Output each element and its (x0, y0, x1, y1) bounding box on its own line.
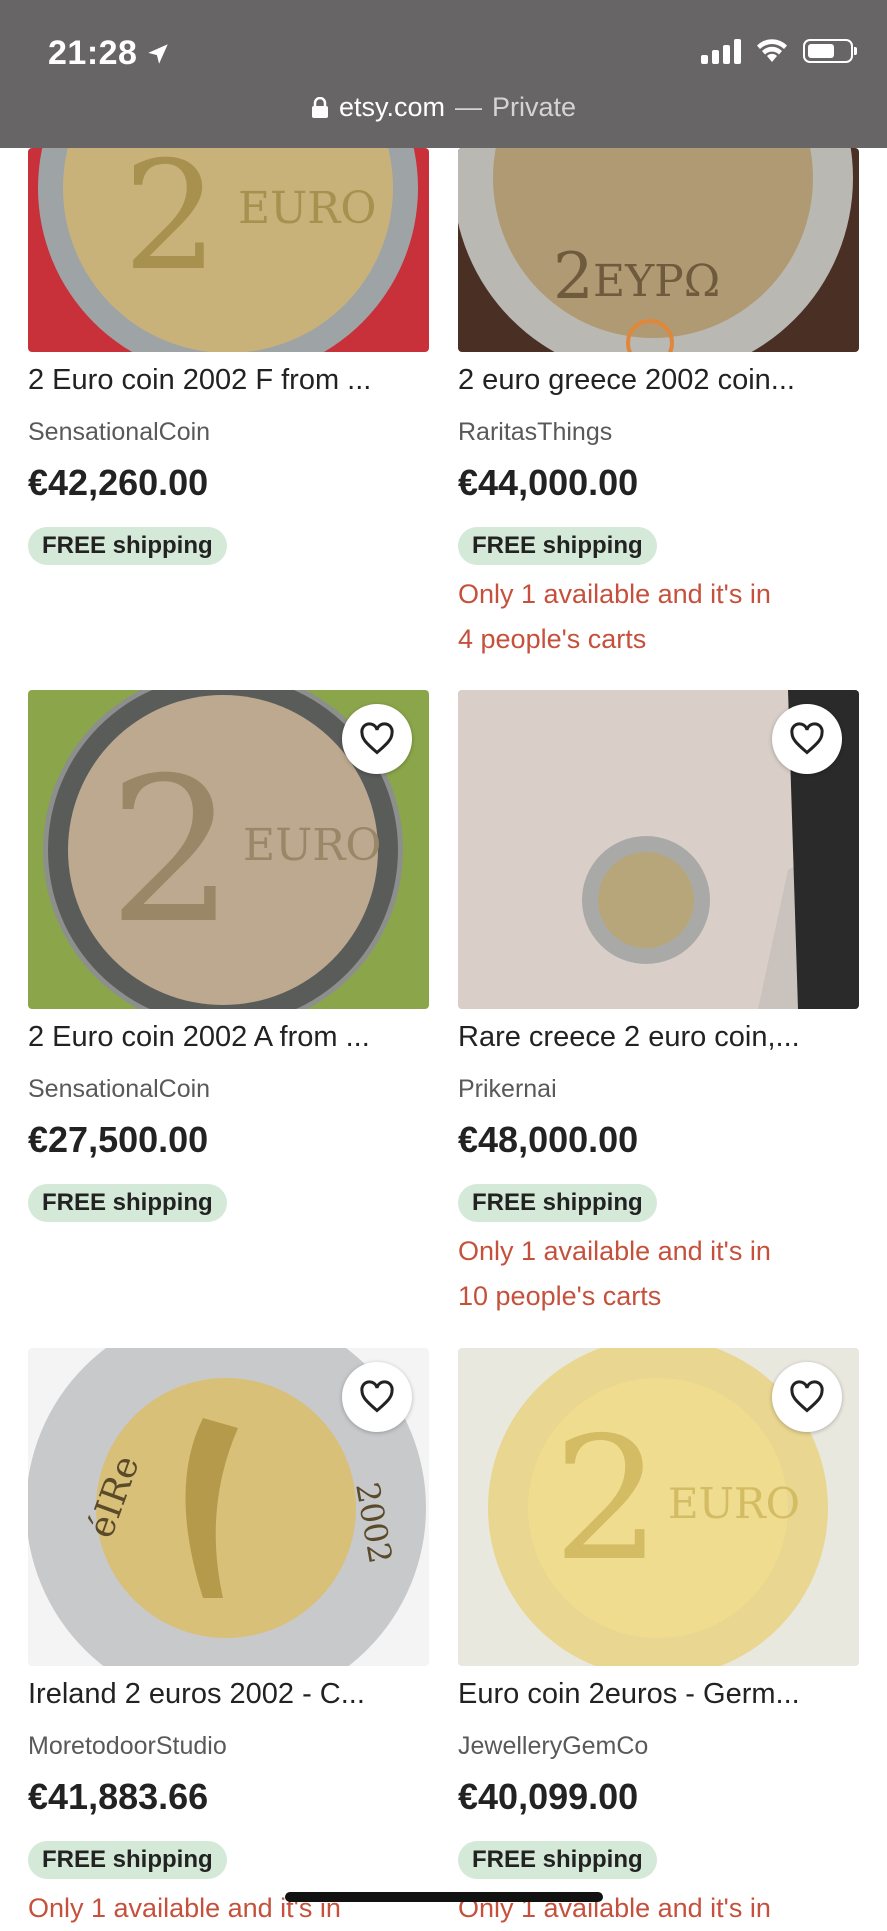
free-shipping-badge: FREE shipping (458, 527, 657, 565)
listing-shop-name[interactable]: RaritasThings (458, 418, 612, 447)
svg-text:2: 2 (123, 148, 218, 304)
listing-title[interactable]: Ireland 2 euros 2002 - C... (28, 1678, 429, 1711)
listing-shop-name[interactable]: SensationalCoin (28, 418, 210, 447)
listing-title[interactable]: Rare creece 2 euro coin,... (458, 1021, 859, 1054)
listing-price: €48,000.00 (458, 1119, 639, 1160)
favorite-button[interactable] (772, 704, 842, 774)
location-arrow-icon (148, 43, 169, 64)
listing-image[interactable]: 2 EURO (458, 1348, 859, 1666)
listing-shop-name[interactable]: JewelleryGemCo (458, 1732, 648, 1761)
free-shipping-badge: FREE shipping (458, 1841, 657, 1879)
scarcity-line: Only 1 available and it's in (458, 579, 771, 609)
url-separator: — (454, 92, 482, 122)
listing-price: €44,000.00 (458, 462, 639, 503)
svg-text:EURO: EURO (668, 1479, 800, 1528)
free-shipping-badge: FREE shipping (458, 1184, 657, 1222)
status-indicators (701, 38, 857, 64)
free-shipping-badge: FREE shipping (28, 527, 227, 565)
listing-title[interactable]: 2 Euro coin 2002 F from ... (28, 364, 429, 397)
listing-image[interactable]: 2 EURO (28, 690, 429, 1009)
favorite-button[interactable] (772, 1362, 842, 1432)
svg-text:2: 2 (553, 1401, 661, 1599)
svg-text:2: 2 (553, 240, 594, 314)
listing-shop-name[interactable]: SensationalCoin (28, 1075, 210, 1104)
battery-icon (803, 39, 857, 63)
listing-price: €27,500.00 (28, 1119, 209, 1160)
listing-title[interactable]: Euro coin 2euros - Germ... (458, 1678, 859, 1711)
listing-shop-name[interactable]: MoretodoorStudio (28, 1732, 227, 1761)
listing-price: €42,260.00 (28, 462, 209, 503)
favorite-button[interactable] (342, 704, 412, 774)
listing-image[interactable]: éIRe 2002 (28, 1348, 429, 1666)
listing-shop-name[interactable]: Prikernai (458, 1075, 557, 1104)
scarcity-line: 4 people's carts (458, 624, 647, 654)
private-mode-label: Private (491, 92, 577, 122)
svg-text:2: 2 (108, 735, 235, 968)
scarcity-line: Only 1 available and it's in (458, 1236, 771, 1266)
heart-outline-icon (360, 1380, 394, 1413)
svg-text:EURO: EURO (243, 820, 381, 871)
heart-outline-icon (790, 1380, 824, 1413)
url-domain: etsy.com (338, 92, 445, 122)
wifi-icon (757, 39, 787, 62)
heart-outline-icon (790, 722, 824, 755)
listing-image[interactable]: 2 ΕΥΡΩ (458, 148, 859, 352)
home-indicator[interactable] (285, 1892, 603, 1902)
coin-euro-text: EURO (238, 183, 376, 234)
listing-title[interactable]: 2 Euro coin 2002 A from ... (28, 1021, 429, 1054)
url-bar[interactable]: etsy.com — Private (0, 92, 887, 123)
listing-image[interactable]: 2 EURO (28, 148, 429, 352)
free-shipping-badge: FREE shipping (28, 1184, 227, 1222)
favorite-button[interactable] (342, 1362, 412, 1432)
status-time: 21:28 (48, 34, 171, 73)
listing-price: €41,883.66 (28, 1776, 209, 1817)
cellular-signal-icon (701, 38, 741, 64)
status-time-text: 21:28 (48, 34, 138, 72)
listing-image[interactable] (458, 690, 859, 1009)
browser-top-bar: 21:28 etsy.com — Private (0, 0, 887, 148)
listing-title[interactable]: 2 euro greece 2002 coin... (458, 364, 859, 397)
lock-icon (311, 96, 328, 118)
scarcity-line: 10 people's carts (458, 1281, 662, 1311)
listing-price: €40,099.00 (458, 1776, 639, 1817)
free-shipping-badge: FREE shipping (28, 1841, 227, 1879)
coin-greek-text: ΕΥΡΩ (593, 256, 720, 307)
heart-outline-icon (360, 722, 394, 755)
